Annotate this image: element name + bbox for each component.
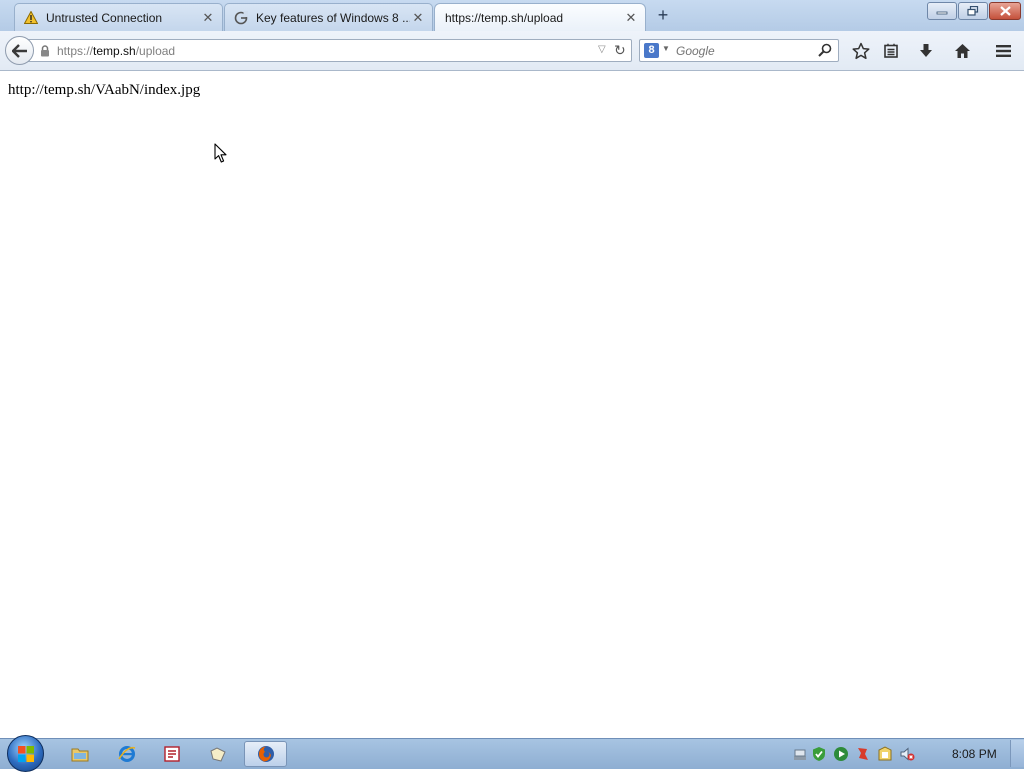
google-g-icon <box>233 10 249 26</box>
navigation-toolbar: https://temp.sh/upload ▽ ↻ 8 ▼ <box>0 31 1024 71</box>
network-icon[interactable] <box>792 746 811 762</box>
search-input[interactable] <box>676 43 816 58</box>
internet-explorer-icon[interactable] <box>107 741 147 767</box>
windows-explorer-icon[interactable] <box>60 741 100 767</box>
mouse-cursor-icon <box>214 143 228 169</box>
firefox-icon[interactable] <box>244 741 287 767</box>
url-text[interactable]: https://temp.sh/upload <box>57 44 175 58</box>
downloads-icon[interactable] <box>916 41 936 61</box>
taskbar: 8:08 PM <box>0 735 1024 772</box>
windows-logo-icon <box>18 746 34 762</box>
tab-temp-sh-upload[interactable]: https://temp.sh/upload ✕ <box>434 3 646 31</box>
tab-key-features[interactable]: Key features of Windows 8 ... ✕ <box>224 3 433 31</box>
upload-result-url[interactable]: http://temp.sh/VAabN/index.jpg <box>8 82 200 99</box>
home-icon[interactable] <box>952 41 972 61</box>
action-center-icon[interactable] <box>877 746 899 762</box>
reading-list-icon[interactable] <box>881 41 901 61</box>
search-bar[interactable]: 8 ▼ <box>639 39 839 62</box>
bookmark-star-icon[interactable] <box>851 41 871 61</box>
close-tab-icon[interactable]: ✕ <box>200 10 216 26</box>
media-player-icon[interactable] <box>833 746 855 762</box>
menu-icon[interactable] <box>993 41 1013 61</box>
url-path: /upload <box>135 44 176 58</box>
app-icon[interactable] <box>152 741 192 767</box>
lock-icon[interactable] <box>40 44 50 62</box>
close-window-button[interactable] <box>989 2 1021 20</box>
minimize-button[interactable] <box>927 2 957 20</box>
restore-button[interactable] <box>958 2 988 20</box>
new-tab-button[interactable]: + <box>653 5 673 25</box>
close-tab-icon[interactable]: ✕ <box>410 10 426 26</box>
tab-untrusted-connection[interactable]: Untrusted Connection ✕ <box>14 3 223 31</box>
reload-icon[interactable]: ↻ <box>614 42 626 59</box>
volume-muted-icon[interactable] <box>899 746 921 762</box>
address-bar[interactable]: https://temp.sh/upload ▽ ↻ <box>20 39 632 62</box>
window-controls <box>926 2 1021 20</box>
url-host: temp.sh <box>93 44 136 58</box>
back-arrow-icon <box>11 43 27 58</box>
search-engine-icon[interactable]: 8 <box>644 43 659 58</box>
url-prefix: https:// <box>57 44 94 58</box>
start-button[interactable] <box>7 735 44 772</box>
system-clock[interactable]: 8:08 PM <box>952 747 997 761</box>
app-icon[interactable] <box>198 741 238 767</box>
tab-label: https://temp.sh/upload <box>445 10 564 25</box>
tab-strip: Untrusted Connection ✕ Key features of W… <box>0 0 1024 31</box>
url-history-dropdown-icon[interactable]: ▽ <box>598 44 606 55</box>
warning-icon <box>23 10 39 26</box>
close-tab-icon[interactable]: ✕ <box>623 10 639 26</box>
security-status-icon[interactable] <box>811 746 833 762</box>
system-tray <box>792 746 921 762</box>
tab-label: Untrusted Connection <box>46 10 163 25</box>
search-engine-dropdown-icon[interactable]: ▼ <box>662 44 670 53</box>
search-icon[interactable] <box>818 43 832 62</box>
back-button[interactable] <box>5 36 34 65</box>
page-content: http://temp.sh/VAabN/index.jpg <box>0 71 1024 738</box>
show-desktop-button[interactable] <box>1010 740 1024 767</box>
tray-app-icon[interactable] <box>855 746 877 762</box>
tab-label: Key features of Windows 8 ... <box>256 10 410 25</box>
